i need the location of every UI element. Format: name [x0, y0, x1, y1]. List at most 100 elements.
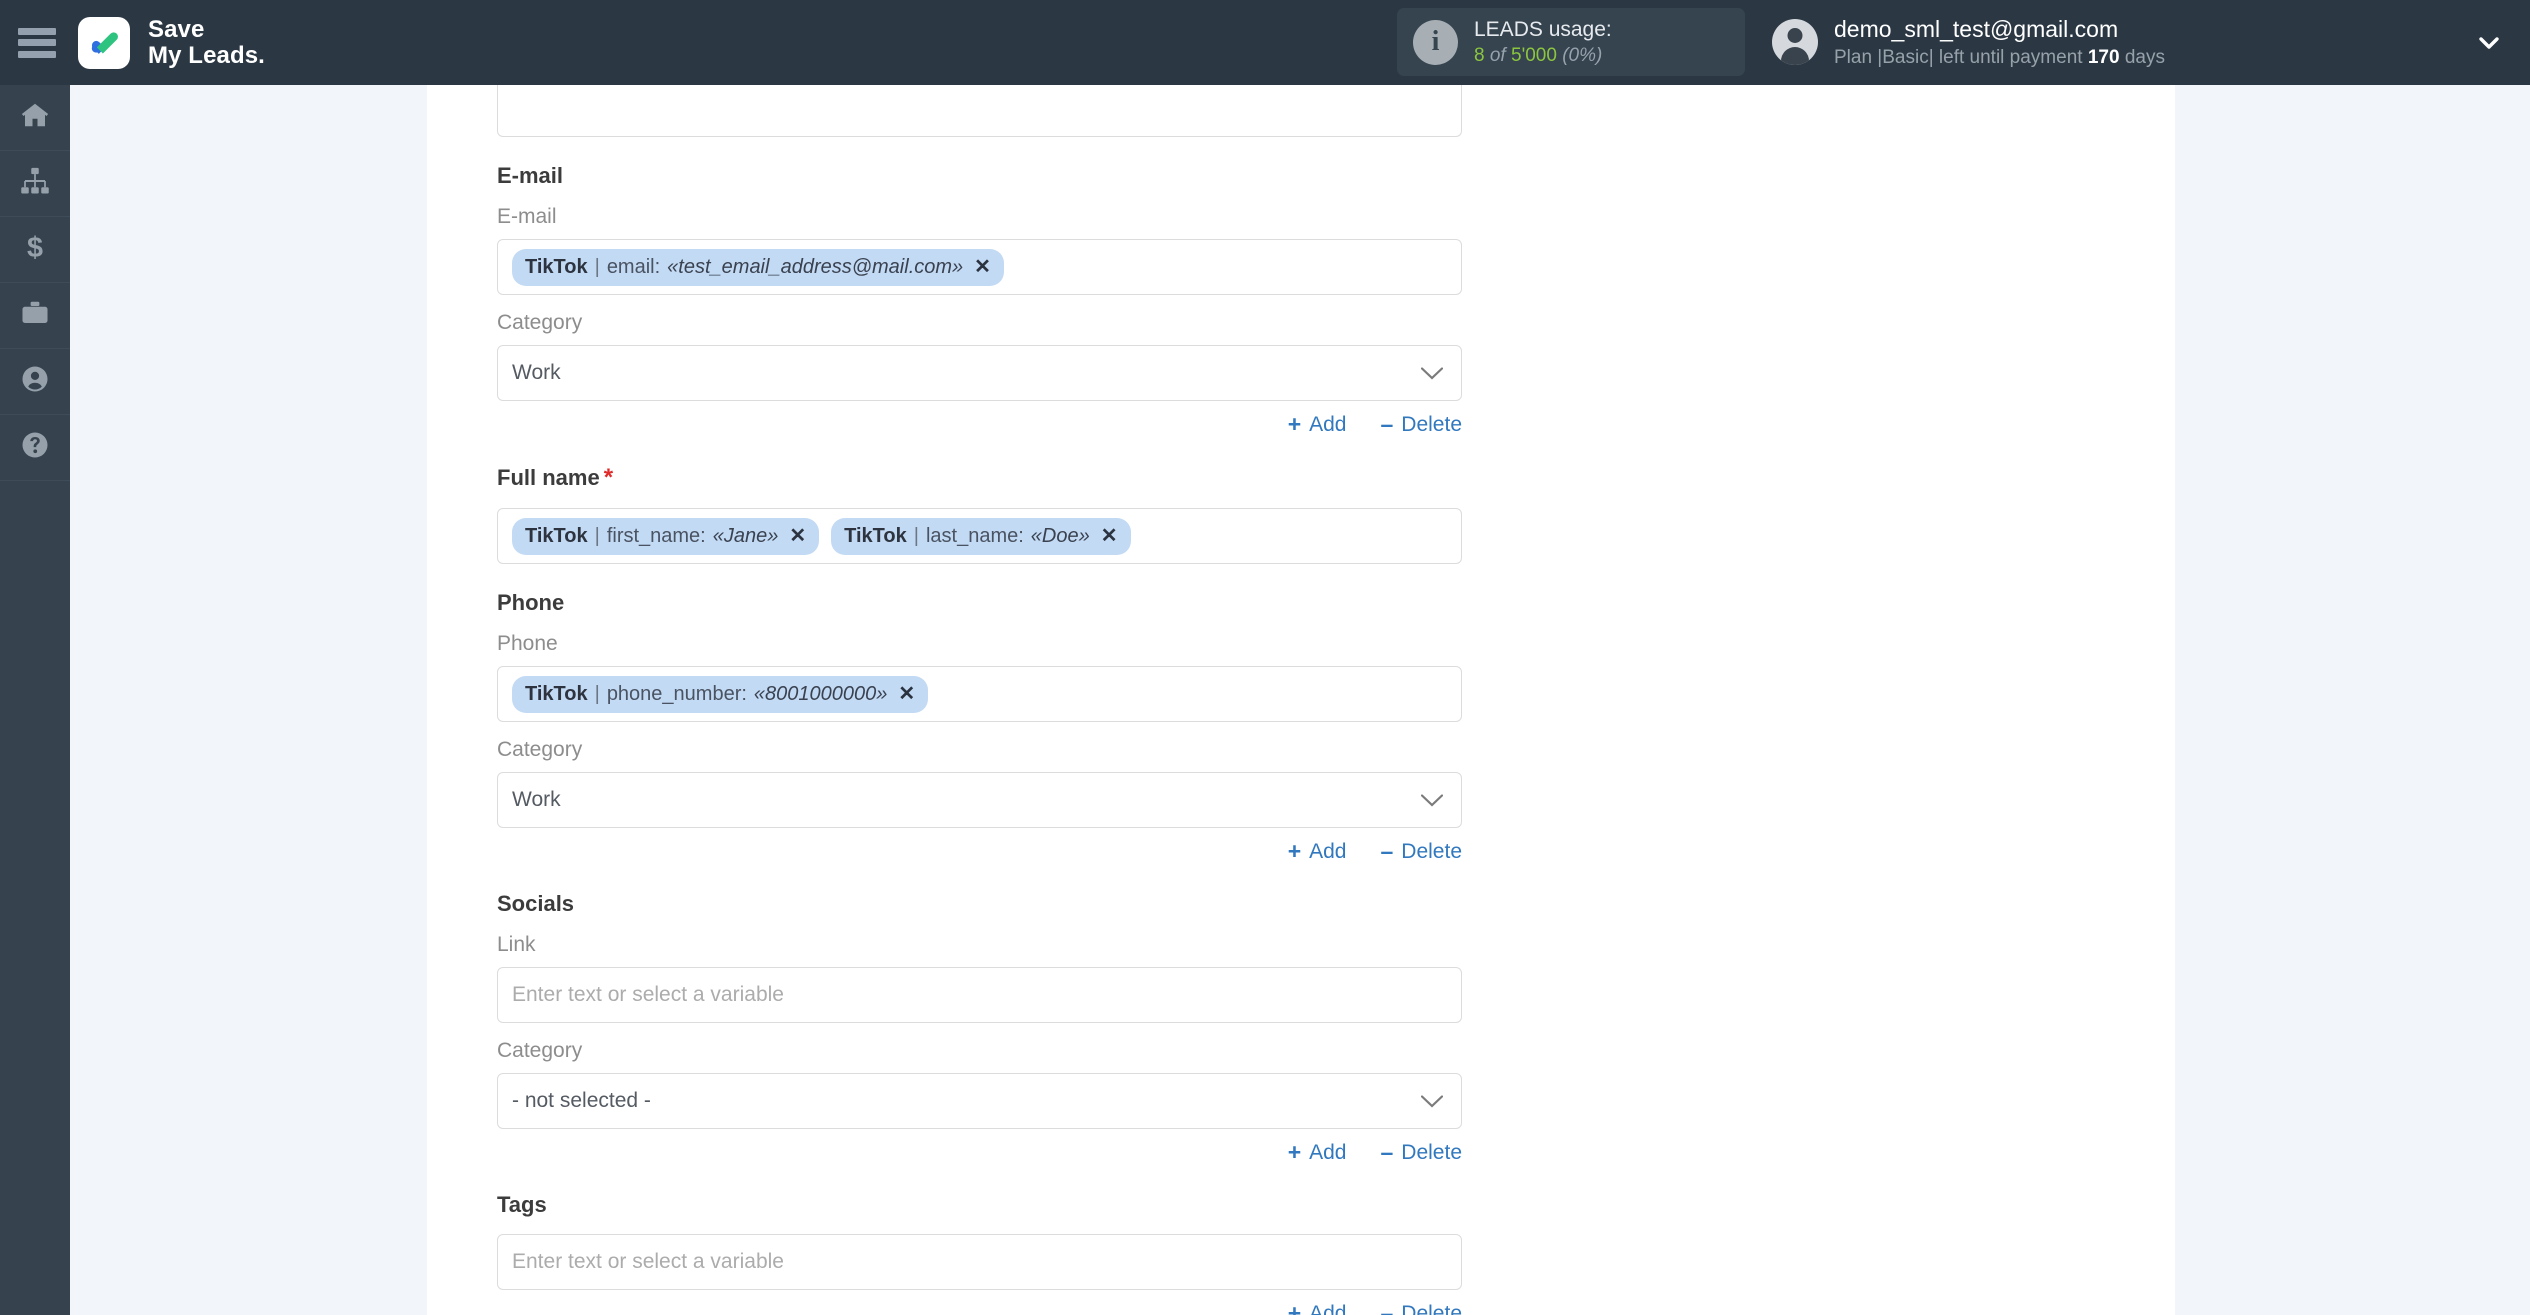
add-label: Add — [1309, 1140, 1347, 1164]
sidebar-item-profile[interactable] — [0, 349, 70, 415]
account-plan: Plan |Basic| left until payment 170 days — [1834, 45, 2165, 70]
section-tags-title: Tags — [497, 1192, 547, 1217]
form-content-card: E-mail E-mail TikTok | email: «test_emai… — [427, 85, 2175, 1315]
socials-add-button[interactable]: + Add — [1288, 1139, 1347, 1166]
tags-placeholder: Enter text or select a variable — [512, 1250, 784, 1273]
email-category-select[interactable]: Work — [497, 345, 1462, 401]
required-asterisk: * — [603, 464, 614, 491]
section-phone-title: Phone — [497, 590, 565, 615]
tags-row-actions: + Add – Delete — [497, 1300, 1462, 1315]
section-fullname-title: Full name * — [497, 464, 1462, 492]
svg-text:$: $ — [27, 232, 43, 262]
email-input[interactable]: TikTok | email: «test_email_address@mail… — [497, 239, 1462, 295]
phone-category-select[interactable]: Work — [497, 772, 1462, 828]
phone-delete-button[interactable]: – Delete — [1381, 838, 1463, 865]
phone-category-label: Category — [497, 738, 583, 761]
socials-delete-button[interactable]: – Delete — [1381, 1139, 1463, 1166]
phone-field-label: Phone — [497, 632, 558, 655]
chevron-down-icon — [1421, 793, 1443, 807]
socials-row-actions: + Add – Delete — [497, 1139, 1462, 1166]
email-category-label: Category — [497, 311, 583, 334]
dollar-icon: $ — [20, 232, 50, 267]
info-icon: i — [1413, 19, 1458, 65]
phone-add-button[interactable]: + Add — [1288, 838, 1347, 865]
brand-line-1: Save — [148, 15, 205, 43]
pill-separator: | — [913, 524, 919, 547]
previous-field-textarea[interactable] — [497, 85, 1462, 137]
pill-remove-icon[interactable]: ✕ — [789, 523, 806, 548]
chevron-down-icon — [1421, 366, 1443, 380]
variable-pill-phone[interactable]: TikTok | phone_number: «8001000000» ✕ — [512, 675, 929, 713]
minus-icon: – — [1380, 838, 1394, 864]
sidebar-item-home[interactable] — [0, 85, 70, 151]
account-menu[interactable]: demo_sml_test@gmail.com Plan |Basic| lef… — [1772, 8, 2165, 76]
socials-link-placeholder: Enter text or select a variable — [512, 983, 784, 1006]
plan-days-value: 170 — [2087, 46, 2120, 68]
home-icon — [20, 100, 50, 135]
usage-text-block: LEADS usage: 8 of 5'000 (0%) — [1474, 16, 1612, 69]
sidebar-item-billing[interactable]: $ — [0, 217, 70, 283]
savemyleads-logo-icon — [78, 16, 130, 69]
leads-usage-box[interactable]: i LEADS usage: 8 of 5'000 (0%) — [1397, 8, 1745, 76]
tags-input[interactable]: Enter text or select a variable — [497, 1234, 1462, 1290]
sidebar-item-connections[interactable] — [0, 151, 70, 217]
pill-source: TikTok — [844, 524, 907, 547]
header-chevron-down-icon[interactable] — [2476, 30, 2502, 56]
variable-pill-last-name[interactable]: TikTok | last_name: «Doe» ✕ — [831, 517, 1131, 555]
add-label: Add — [1309, 412, 1347, 436]
pill-source: TikTok — [525, 682, 588, 705]
pill-separator: | — [594, 255, 600, 278]
top-header-bar: Save My Leads. i LEADS usage: 8 of 5'000… — [0, 0, 2530, 85]
usage-percent: (0%) — [1562, 45, 1603, 67]
pill-remove-icon[interactable]: ✕ — [1101, 523, 1118, 548]
plus-icon: + — [1287, 411, 1302, 437]
usage-total: 5'000 — [1511, 45, 1557, 67]
user-icon — [20, 364, 50, 399]
pill-key: last_name: — [925, 524, 1024, 547]
brand-name: Save My Leads. — [148, 15, 265, 69]
left-icon-rail: $ — [0, 85, 70, 1315]
plus-icon: + — [1287, 838, 1302, 864]
brand-line-2: My Leads. — [148, 41, 265, 69]
question-icon — [20, 430, 50, 465]
usage-used: 8 — [1474, 45, 1485, 67]
pill-separator: | — [594, 524, 600, 547]
pill-key: email: — [606, 255, 661, 278]
brand-logo-block[interactable]: Save My Leads. — [78, 15, 265, 69]
pill-source: TikTok — [525, 255, 588, 278]
variable-pill-first-name[interactable]: TikTok | first_name: «Jane» ✕ — [512, 517, 820, 555]
phone-input[interactable]: TikTok | phone_number: «8001000000» ✕ — [497, 666, 1462, 722]
email-delete-button[interactable]: – Delete — [1381, 411, 1463, 438]
fullname-input[interactable]: TikTok | first_name: «Jane» ✕ TikTok | l… — [497, 508, 1462, 564]
socials-link-label: Link — [497, 933, 536, 956]
usage-of: of — [1489, 45, 1506, 67]
delete-label: Delete — [1401, 839, 1462, 863]
pill-key: phone_number: — [606, 682, 747, 705]
email-category-value: Work — [512, 361, 561, 384]
email-add-button[interactable]: + Add — [1288, 411, 1347, 438]
chevron-down-icon — [1421, 1094, 1443, 1108]
briefcase-icon — [20, 298, 50, 333]
account-email: demo_sml_test@gmail.com — [1834, 15, 2119, 42]
socials-link-input[interactable]: Enter text or select a variable — [497, 967, 1462, 1023]
socials-category-select[interactable]: - not selected - — [497, 1073, 1462, 1129]
socials-category-label: Category — [497, 1039, 583, 1062]
plus-icon: + — [1287, 1139, 1302, 1165]
variable-pill-email[interactable]: TikTok | email: «test_email_address@mail… — [512, 248, 1004, 286]
pill-value: «8001000000» — [753, 682, 888, 705]
add-label: Add — [1309, 839, 1347, 863]
section-email: E-mail E-mail TikTok | email: «test_emai… — [497, 163, 1462, 438]
tags-delete-button[interactable]: – Delete — [1381, 1300, 1463, 1315]
tags-add-button[interactable]: + Add — [1288, 1300, 1347, 1315]
pill-remove-icon[interactable]: ✕ — [898, 681, 915, 706]
delete-label: Delete — [1401, 1301, 1462, 1315]
sidebar-item-help[interactable] — [0, 415, 70, 481]
pill-key: first_name: — [606, 524, 706, 547]
pill-value: «Jane» — [712, 524, 779, 547]
delete-label: Delete — [1401, 1140, 1462, 1164]
usage-title: LEADS usage: — [1474, 17, 1612, 41]
hamburger-icon[interactable] — [18, 27, 56, 58]
pill-remove-icon[interactable]: ✕ — [974, 254, 991, 279]
sidebar-item-services[interactable] — [0, 283, 70, 349]
usage-value: 8 of 5'000 (0%) — [1474, 43, 1612, 68]
